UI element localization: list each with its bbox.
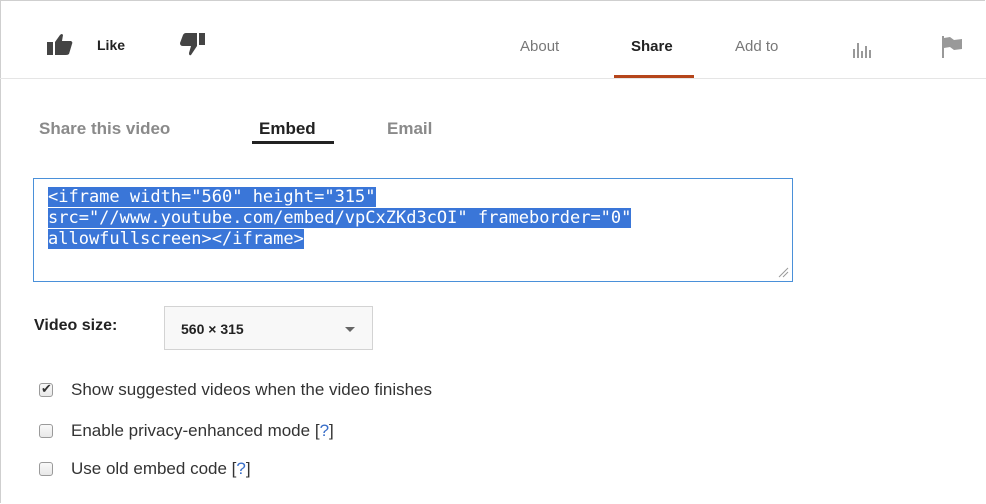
option-label-text: Enable privacy-enhanced mode [71,421,311,440]
flag-icon[interactable] [940,36,964,58]
tab-add-to[interactable]: Add to [735,38,778,55]
thumbs-down-icon[interactable] [180,31,206,57]
checkbox-suggested-videos[interactable]: ✔ [39,381,53,397]
subtab-share-this-video[interactable]: Share this video [39,119,170,139]
video-size-dropdown[interactable]: 560 × 315 [164,306,373,350]
resize-grip-icon[interactable] [778,267,789,278]
embed-code-line: src="//www.youtube.com/embed/vpCxZKd3cOI… [48,208,632,228]
option-label: Enable privacy-enhanced mode [?] [71,421,334,440]
help-link[interactable]: ? [236,459,245,478]
like-label[interactable]: Like [97,37,125,53]
thumbs-up-icon[interactable] [47,33,73,55]
subtab-embed[interactable]: Embed [259,119,316,139]
video-size-label: Video size: [34,317,118,334]
tab-about[interactable]: About [520,38,559,55]
option-label-text: Use old embed code [71,459,227,478]
stats-icon[interactable] [851,40,875,58]
checkbox-old-embed-code[interactable] [39,462,53,476]
embed-code-text[interactable]: <iframe width="560" height="315" src="//… [48,187,788,250]
chevron-down-icon [345,327,355,332]
active-subtab-indicator [252,141,334,144]
subtab-email[interactable]: Email [387,119,432,139]
option-label: Show suggested videos when the video fin… [71,380,433,399]
option-label: Use old embed code [?] [71,459,251,478]
checkmark-icon: ✔ [41,381,52,396]
embed-code-line: allowfullscreen></iframe> [48,229,304,249]
tab-share[interactable]: Share [631,38,673,55]
active-tab-indicator [614,75,694,78]
embed-code-line: <iframe width="560" height="315" [48,187,376,207]
help-link[interactable]: ? [320,421,329,440]
embed-code-textarea[interactable]: <iframe width="560" height="315" src="//… [33,178,793,282]
video-size-value: 560 × 315 [181,321,244,337]
video-actions-bar: Like About Share Add to [0,0,986,79]
checkbox-privacy-enhanced[interactable] [39,424,53,438]
